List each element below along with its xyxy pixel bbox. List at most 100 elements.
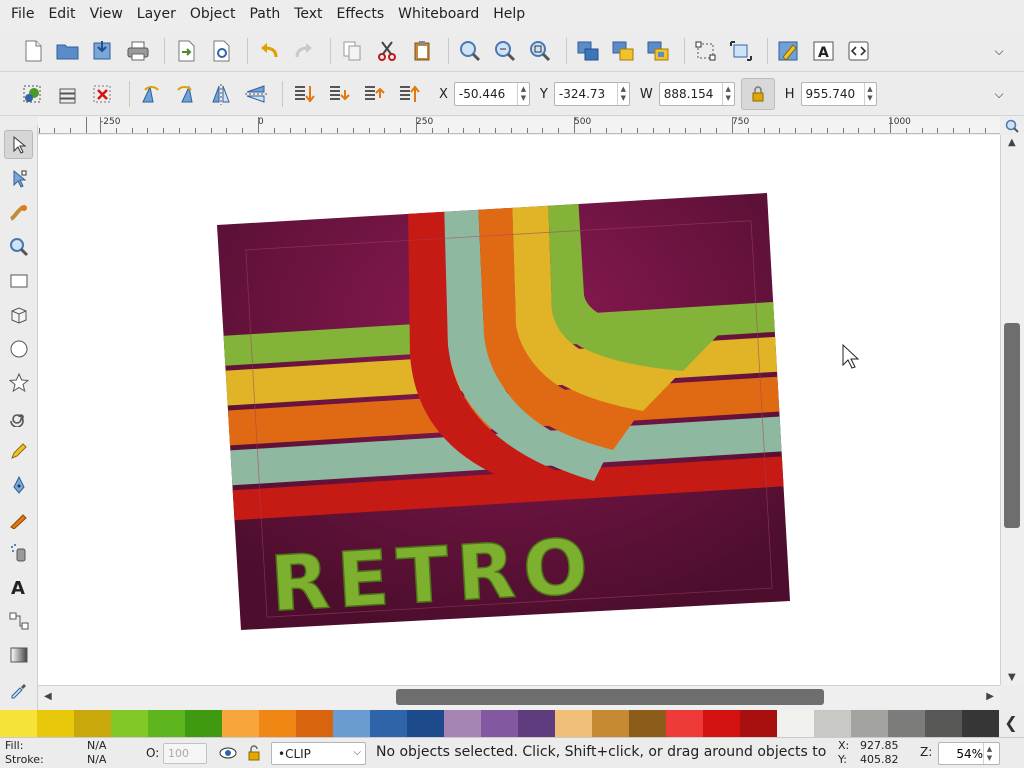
fill-stroke-icon[interactable] xyxy=(774,36,804,66)
menu-layer[interactable]: Layer xyxy=(130,0,183,28)
palette-swatch[interactable] xyxy=(333,710,370,737)
layer-lock-icon[interactable] xyxy=(246,745,262,765)
palette-swatch[interactable] xyxy=(185,710,222,737)
menu-effects[interactable]: Effects xyxy=(330,0,392,28)
save-icon[interactable] xyxy=(88,36,118,66)
menu-path[interactable]: Path xyxy=(242,0,287,28)
lower-icon[interactable] xyxy=(324,79,354,109)
scroll-right-icon[interactable]: ▶ xyxy=(986,691,994,702)
palette-swatch[interactable] xyxy=(222,710,259,737)
text-tool-icon[interactable]: A xyxy=(4,572,33,601)
palette-swatch[interactable] xyxy=(259,710,296,737)
palette-swatch[interactable] xyxy=(74,710,111,737)
palette-swatch[interactable] xyxy=(740,710,777,737)
zoom-spin-arrows[interactable]: ▲ ▼ xyxy=(983,743,995,764)
palette-swatch[interactable] xyxy=(851,710,888,737)
retro-artwork[interactable]: RETRO xyxy=(38,135,1000,685)
xml-editor-icon[interactable] xyxy=(844,36,874,66)
palette-swatch[interactable] xyxy=(148,710,185,737)
pencil-tool-icon[interactable] xyxy=(4,436,33,465)
chevron-down-icon[interactable]: ⌵ xyxy=(988,81,1010,107)
calligraphy-tool-icon[interactable] xyxy=(4,504,33,533)
zoom-page-icon[interactable] xyxy=(525,36,555,66)
ungroup-icon[interactable] xyxy=(608,36,638,66)
menu-whiteboard[interactable]: Whiteboard xyxy=(391,0,486,28)
scroll-down-icon[interactable]: ▼ xyxy=(1008,672,1016,683)
redo-icon[interactable] xyxy=(289,36,319,66)
width-spin-arrows[interactable]: ▲ ▼ xyxy=(721,83,734,105)
import-icon[interactable] xyxy=(171,36,201,66)
group-icon[interactable] xyxy=(573,36,603,66)
flip-vertical-icon[interactable] xyxy=(241,79,271,109)
transform-icon[interactable] xyxy=(726,36,756,66)
rectangle-tool-icon[interactable] xyxy=(4,266,33,295)
raise-to-top-icon[interactable] xyxy=(394,79,424,109)
zoom-spinbox[interactable]: ▲▼ xyxy=(938,742,1000,765)
menu-text[interactable]: Text xyxy=(287,0,329,28)
palette-scroll-icon[interactable]: ❮ xyxy=(1002,712,1020,734)
star-tool-icon[interactable] xyxy=(4,368,33,397)
zoom-corner-icon[interactable] xyxy=(1000,117,1024,134)
palette-swatch[interactable] xyxy=(962,710,999,737)
paste-icon[interactable] xyxy=(407,36,437,66)
tweak-tool-icon[interactable] xyxy=(4,198,33,227)
fill-value[interactable]: N/A xyxy=(87,739,106,752)
print-icon[interactable] xyxy=(123,36,153,66)
palette-swatch[interactable] xyxy=(888,710,925,737)
zoom-drawing-icon[interactable] xyxy=(490,36,520,66)
artwork-card[interactable]: RETRO xyxy=(188,193,838,630)
palette-swatch[interactable] xyxy=(444,710,481,737)
y-spin-arrows[interactable]: ▲ ▼ xyxy=(616,83,629,105)
palette-swatch[interactable] xyxy=(37,710,74,737)
menu-object[interactable]: Object xyxy=(183,0,243,28)
zoom-selection-icon[interactable] xyxy=(455,36,485,66)
new-document-icon[interactable] xyxy=(18,36,48,66)
palette-swatch[interactable] xyxy=(407,710,444,737)
layer-dropdown[interactable]: •CLIP ⌵ xyxy=(271,742,366,765)
menu-view[interactable]: View xyxy=(83,0,130,28)
palette-swatch[interactable] xyxy=(777,710,814,737)
palette-swatch[interactable] xyxy=(0,710,37,737)
horizontal-scrollbar[interactable]: ◀ ▶ xyxy=(38,685,1000,709)
y-spinbox[interactable]: ▲▼ xyxy=(553,82,630,106)
raise-icon[interactable] xyxy=(359,79,389,109)
select-all-layers-icon[interactable] xyxy=(53,79,83,109)
clone-icon[interactable] xyxy=(643,36,673,66)
duplicate-icon[interactable] xyxy=(337,36,367,66)
scroll-up-icon[interactable]: ▲ xyxy=(1008,137,1016,148)
3d-box-tool-icon[interactable] xyxy=(4,300,33,329)
rotate-ccw-icon[interactable] xyxy=(136,79,166,109)
pen-tool-icon[interactable] xyxy=(4,470,33,499)
node-tool-icon[interactable] xyxy=(4,164,33,193)
menu-file[interactable]: File xyxy=(4,0,41,28)
y-input[interactable] xyxy=(554,83,617,105)
eye-icon[interactable] xyxy=(219,745,237,765)
undo-icon[interactable] xyxy=(254,36,284,66)
x-input[interactable] xyxy=(454,83,517,105)
rotate-cw-icon[interactable] xyxy=(171,79,201,109)
select-all-icon[interactable] xyxy=(18,79,48,109)
open-icon[interactable] xyxy=(53,36,83,66)
width-spinbox[interactable]: ▲▼ xyxy=(658,82,735,106)
menu-edit[interactable]: Edit xyxy=(41,0,82,28)
palette-swatch[interactable] xyxy=(666,710,703,737)
lock-proportions-button[interactable] xyxy=(740,78,775,110)
palette-swatch[interactable] xyxy=(629,710,666,737)
scroll-left-icon[interactable]: ◀ xyxy=(44,691,52,702)
width-input[interactable] xyxy=(659,83,722,105)
spiral-tool-icon[interactable] xyxy=(4,402,33,431)
lower-to-bottom-icon[interactable] xyxy=(289,79,319,109)
export-icon[interactable] xyxy=(206,36,236,66)
palette-swatch[interactable] xyxy=(111,710,148,737)
palette-swatch[interactable] xyxy=(925,710,962,737)
vertical-scrollbar[interactable]: ▲ ▼ xyxy=(1000,135,1024,685)
horizontal-ruler[interactable]: -250 0 250 500 750 1000 xyxy=(38,117,1000,134)
text-font-icon[interactable]: A xyxy=(809,36,839,66)
chevron-down-icon[interactable]: ⌵ xyxy=(988,38,1010,64)
stroke-value[interactable]: N/A xyxy=(87,753,106,766)
dropper-tool-icon[interactable] xyxy=(4,674,33,703)
x-spin-arrows[interactable]: ▲ ▼ xyxy=(516,83,529,105)
deselect-icon[interactable] xyxy=(88,79,118,109)
height-spinbox[interactable]: ▲▼ xyxy=(800,82,877,106)
selector-tool-icon[interactable] xyxy=(4,130,33,159)
